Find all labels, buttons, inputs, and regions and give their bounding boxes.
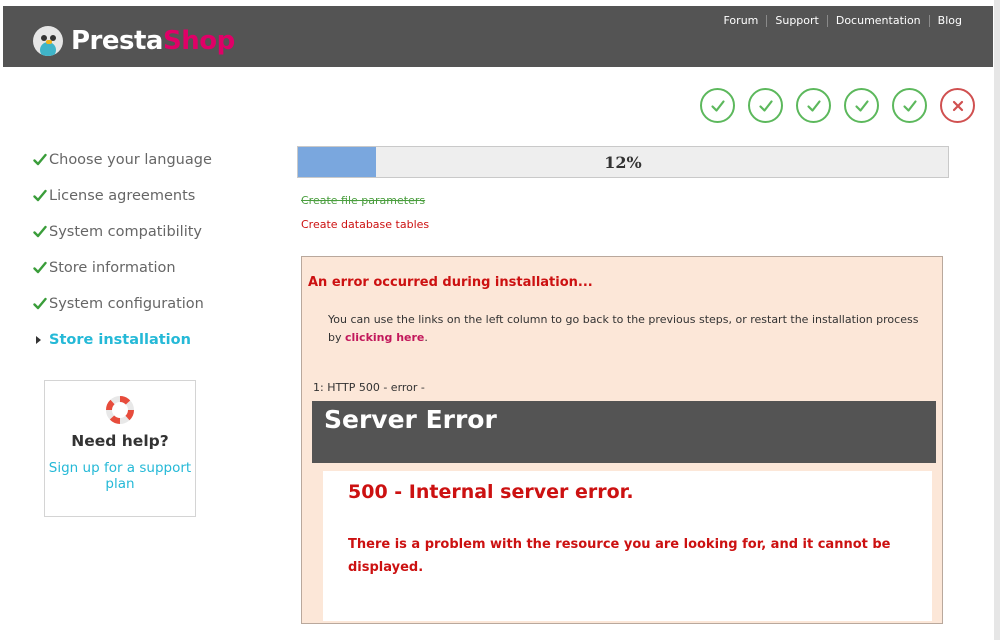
puffin-logo-icon bbox=[33, 26, 63, 56]
nav-support-link[interactable]: Support bbox=[767, 14, 826, 28]
sidebar-item-license[interactable]: License agreements bbox=[33, 178, 212, 214]
checkmark-icon bbox=[33, 297, 49, 311]
help-box: Need help? Sign up for a support plan bbox=[44, 380, 196, 517]
checkmark-icon bbox=[33, 153, 49, 167]
install-progress-bar: 12% bbox=[297, 146, 949, 178]
sidebar-item-label: License agreements bbox=[49, 188, 196, 204]
nav-documentation-link[interactable]: Documentation bbox=[828, 14, 929, 28]
checkmark-icon bbox=[33, 189, 49, 203]
server-error-description: There is a problem with the resource you… bbox=[348, 537, 891, 575]
progress-label: 12% bbox=[604, 152, 642, 172]
sidebar-item-label: Store information bbox=[49, 260, 176, 276]
step-status-indicators bbox=[700, 88, 975, 123]
step-failed-icon bbox=[940, 88, 975, 123]
task-completed: Create file parameters bbox=[301, 194, 426, 207]
sidebar-item-language[interactable]: Choose your language bbox=[33, 142, 212, 178]
sidebar-item-label: Store installation bbox=[49, 332, 191, 348]
restart-install-link[interactable]: clicking here bbox=[345, 331, 424, 344]
sidebar-item-store-information[interactable]: Store information bbox=[33, 250, 212, 286]
error-heading: An error occurred during installation... bbox=[308, 275, 593, 290]
server-error-title: Server Error bbox=[324, 405, 497, 434]
nav-blog-link[interactable]: Blog bbox=[930, 14, 962, 28]
step-done-icon bbox=[700, 88, 735, 123]
step-done-icon bbox=[748, 88, 783, 123]
sidebar-item-label: System configuration bbox=[49, 296, 204, 312]
task-failed: Create database tables bbox=[301, 218, 430, 231]
step-done-icon bbox=[892, 88, 927, 123]
checkmark-icon bbox=[33, 261, 49, 275]
caret-right-icon bbox=[33, 335, 49, 345]
error-code-line: 1: HTTP 500 - error - bbox=[313, 381, 425, 394]
error-panel: An error occurred during installation...… bbox=[301, 256, 943, 624]
sidebar-item-system-configuration[interactable]: System configuration bbox=[33, 286, 212, 322]
logo-wordmark: PrestaShop bbox=[71, 26, 235, 56]
server-error-header: Server Error bbox=[312, 401, 936, 463]
top-header: PrestaShop Forum Support Documentation B… bbox=[3, 6, 993, 67]
lifebuoy-icon bbox=[106, 396, 134, 424]
install-steps-sidebar: Choose your language License agreements … bbox=[33, 142, 212, 358]
top-nav: Forum Support Documentation Blog bbox=[716, 14, 962, 28]
prestashop-logo[interactable]: PrestaShop bbox=[33, 26, 235, 56]
sidebar-item-compatibility[interactable]: System compatibility bbox=[33, 214, 212, 250]
error-message: You can use the links on the left column… bbox=[328, 313, 919, 344]
step-done-icon bbox=[844, 88, 879, 123]
nav-forum-link[interactable]: Forum bbox=[716, 14, 767, 28]
checkmark-icon bbox=[33, 225, 49, 239]
sidebar-item-store-installation[interactable]: Store installation bbox=[33, 322, 212, 358]
sidebar-item-label: Choose your language bbox=[49, 152, 212, 168]
support-plan-link[interactable]: Sign up for a support plan bbox=[45, 460, 195, 492]
server-error-code: 500 - Internal server error. bbox=[348, 481, 634, 503]
step-done-icon bbox=[796, 88, 831, 123]
sidebar-item-label: System compatibility bbox=[49, 224, 203, 240]
help-title: Need help? bbox=[71, 432, 169, 450]
server-error-body: 500 - Internal server error. There is a … bbox=[323, 471, 932, 621]
window-edge bbox=[994, 0, 1000, 640]
